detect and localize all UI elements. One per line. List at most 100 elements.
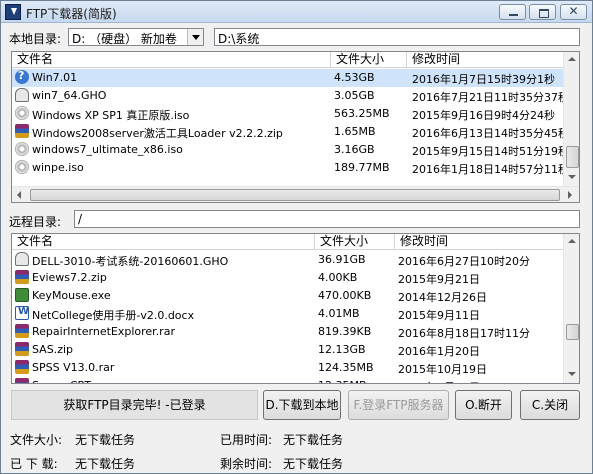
file-row[interactable]: windows7_ultimate_x86.iso 3.16GB 2015年9月15… [12, 141, 563, 159]
close-window-button[interactable]: ✕ [560, 4, 587, 20]
close-button[interactable]: C.关闭 [520, 390, 580, 420]
minimize-button[interactable] [499, 4, 526, 20]
file-modified: 2016年6月13日14时35分45秒 [412, 127, 563, 140]
rar-icon [15, 324, 29, 338]
file-size: 4.53GB [334, 71, 375, 84]
remote-path-input[interactable]: / [74, 210, 580, 228]
file-name: SAS.zip [32, 343, 74, 356]
file-modified: 2014年12月26日 [398, 291, 487, 304]
column-header-size[interactable]: 文件大小 [331, 52, 407, 68]
column-header-size[interactable]: 文件大小 [315, 234, 395, 250]
file-name: NetCollege使用手册-v2.0.docx [32, 309, 195, 322]
scroll-left-icon[interactable] [12, 187, 28, 202]
file-size: 4.00KB [318, 271, 358, 284]
scroll-thumb[interactable] [566, 146, 579, 168]
file-row[interactable]: SecureCRT.rar 12.35MB 2015年9月17日 [12, 377, 563, 383]
file-size: 470.00KB [318, 289, 372, 302]
file-modified: 2016年7月21日11时35分37秒 [412, 91, 563, 104]
file-size: 819.39KB [318, 325, 372, 338]
file-name: KeyMouse.exe [32, 289, 111, 302]
elapsed-time-label: 已用时间: [220, 433, 273, 447]
scroll-down-icon[interactable] [564, 366, 579, 382]
file-row[interactable]: Windows2008server激活工具Loader v2.2.2.zip 1.… [12, 123, 563, 141]
file-size: 3.16GB [334, 143, 375, 156]
column-header-name[interactable]: 文件名 [12, 52, 331, 68]
file-name: SecureCRT.rar [32, 379, 314, 383]
file-size: 12.13GB [318, 343, 366, 356]
file-row[interactable]: Eviews7.2.zip 4.00KB 2015年9月21日 [12, 269, 563, 287]
file-name: Windows XP SP1 真正原版.iso [32, 109, 190, 122]
app-icon [5, 4, 21, 20]
elapsed-time-value: 无下载任务 [283, 433, 344, 447]
file-row[interactable]: RepairInternetExplorer.rar 819.39KB 2016年8… [12, 323, 563, 341]
rar-icon [15, 360, 29, 374]
doc-icon [15, 306, 29, 320]
local-file-list[interactable]: 文件名 文件大小 修改时间 Win7.01 4.53GB 2016年1月7日15时3… [11, 51, 580, 203]
remote-dir-label: 远程目录: [9, 215, 62, 229]
local-dir-label: 本地目录: [9, 32, 62, 46]
file-size-label: 文件大小: [10, 433, 63, 447]
file-modified: 2015年9月21日 [398, 273, 480, 286]
login-ftp-button[interactable]: F.登录FTP服务器 [348, 390, 449, 420]
scroll-up-icon[interactable] [564, 52, 579, 68]
file-modified: 2016年6月27日10时20分 [398, 255, 530, 268]
column-header-modified[interactable]: 修改时间 [407, 52, 567, 68]
scroll-thumb[interactable] [566, 324, 579, 340]
remote-vertical-scrollbar[interactable] [563, 234, 579, 383]
local-vertical-scrollbar[interactable] [563, 52, 579, 186]
maximize-button[interactable] [529, 4, 556, 20]
file-modified: 2016年8月18日17时11分 [398, 327, 530, 340]
remote-list-header: 文件名 文件大小 修改时间 [12, 234, 565, 250]
file-row[interactable]: DELL-3010-考试系统-20160601.GHO 36.91GB 2016年6… [12, 251, 563, 269]
chevron-down-icon[interactable] [187, 29, 203, 45]
local-path-input[interactable]: D:\系统 [214, 28, 580, 46]
file-modified: 2015年9月15日14时51分19秒 [412, 145, 563, 158]
remote-file-list[interactable]: 文件名 文件大小 修改时间 DELL-3010-考试系统-20160601.GH… [11, 233, 580, 384]
file-modified: 2016年1月18日14时57分11秒 [412, 163, 563, 176]
status-message: 获取FTP目录完毕! -已登录 [11, 390, 258, 420]
file-row[interactable]: Win7.01 4.53GB 2016年1月7日15时39分1秒 [12, 69, 563, 87]
scroll-thumb[interactable] [30, 189, 560, 201]
file-name: RepairInternetExplorer.rar [32, 325, 175, 338]
file-size: 12.35MB [318, 379, 394, 383]
title-bar[interactable]: FTP下载器(简版) ✕ [1, 1, 592, 23]
file-size: 3.05GB [334, 89, 375, 102]
scroll-right-icon[interactable] [562, 187, 578, 202]
zip-icon [15, 270, 29, 284]
zip-icon [15, 342, 29, 356]
file-modified: 2015年9月16日9时4分24秒 [412, 109, 555, 122]
file-name: Eviews7.2.zip [32, 271, 107, 284]
file-row[interactable]: NetCollege使用手册-v2.0.docx 4.01MB 2015年9月11日 [12, 305, 563, 323]
file-size: 1.65MB [334, 125, 376, 138]
close-icon: ✕ [568, 4, 579, 18]
file-modified: 2016年1月20日 [398, 345, 480, 358]
file-row[interactable]: win7_64.GHO 3.05GB 2016年7月21日11时35分37秒 [12, 87, 563, 105]
file-row[interactable]: winpe.iso 189.77MB 2016年1月18日14时57分11秒 [12, 159, 563, 177]
file-size: 189.77MB [334, 161, 390, 174]
file-size: 36.91GB [318, 253, 366, 266]
disconnect-button[interactable]: O.断开 [455, 390, 512, 420]
file-row[interactable]: SPSS V13.0.rar 124.35MB 2015年10月19日 [12, 359, 563, 377]
ftp-downloader-window: FTP下载器(简版) ✕ 本地目录: D: （硬盘） 新加卷 D:\系统 文件名… [0, 0, 593, 474]
file-modified: 2015年10月19日 [398, 363, 487, 376]
file-name: DELL-3010-考试系统-20160601.GHO [32, 255, 229, 268]
column-header-name[interactable]: 文件名 [12, 234, 315, 250]
scroll-up-icon[interactable] [564, 234, 579, 250]
download-button[interactable]: D.下载到本地 [263, 390, 341, 420]
file-name: SPSS V13.0.rar [32, 361, 115, 374]
rar-icon [15, 378, 29, 383]
file-row[interactable]: SAS.zip 12.13GB 2016年1月20日 [12, 341, 563, 359]
file-size-value: 无下载任务 [75, 433, 136, 447]
file-size: 124.35MB [318, 361, 374, 374]
column-header-modified[interactable]: 修改时间 [395, 234, 565, 250]
drive-select[interactable]: D: （硬盘） 新加卷 [68, 28, 204, 46]
file-row[interactable]: Windows XP SP1 真正原版.iso 563.25MB 2015年9月16… [12, 105, 563, 123]
file-name: windows7_ultimate_x86.iso [32, 143, 183, 156]
scroll-down-icon[interactable] [564, 169, 579, 185]
local-horizontal-scrollbar[interactable] [12, 186, 579, 202]
downloaded-value: 无下载任务 [75, 457, 136, 471]
rar-icon [15, 124, 29, 138]
file-modified: 2016年1月7日15时39分1秒 [412, 73, 555, 86]
window-title: FTP下载器(简版) [26, 7, 117, 21]
file-row[interactable]: KeyMouse.exe 470.00KB 2014年12月26日 [12, 287, 563, 305]
